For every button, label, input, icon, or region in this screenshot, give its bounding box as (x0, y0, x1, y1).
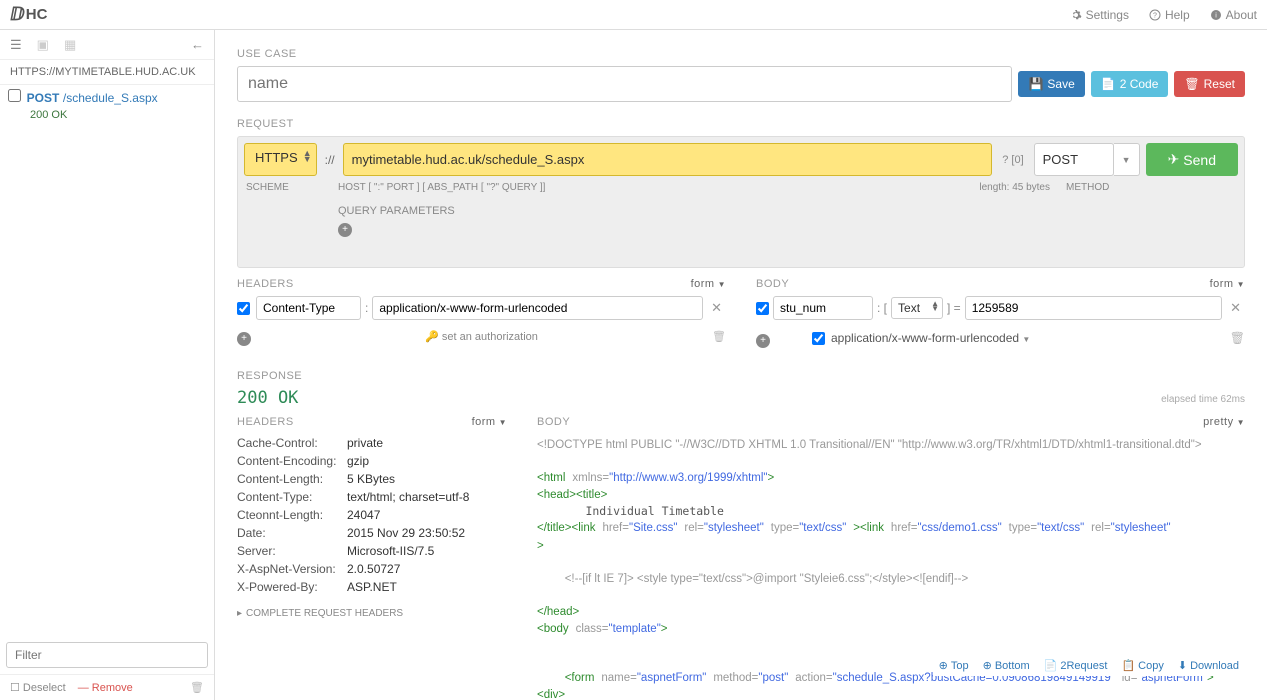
scheme-separator: :// (323, 143, 337, 176)
resp-body-label: BODY (537, 416, 570, 428)
usecase-name-input[interactable] (237, 66, 1012, 102)
method-caret[interactable]: ▼ (1114, 143, 1140, 176)
deselect-button[interactable]: ☐ Deselect (10, 681, 66, 694)
length-sublabel: length: 45 bytes (966, 182, 1056, 193)
archive-icon[interactable]: ▣ (37, 37, 49, 53)
topbar: ⅅDHCHC Settings ?Help iAbout (0, 0, 1267, 30)
qp-label: QUERY PARAMETERS (338, 205, 1236, 217)
trash-icon[interactable]: 🗑 (190, 681, 204, 694)
save-icon: 💾 (1028, 77, 1043, 91)
resp-body-mode[interactable]: pretty ▼ (1203, 416, 1245, 428)
scheme-sublabel: SCHEME (246, 182, 316, 193)
sidebar-item-checkbox[interactable] (8, 89, 21, 102)
gear-icon (1070, 9, 1082, 21)
help-link[interactable]: ?Help (1149, 8, 1190, 22)
remove-body-param-icon[interactable]: ✕ (1226, 300, 1245, 316)
response-header-row: Cache-Control:private (237, 434, 507, 452)
caret-right-icon: ▸ (237, 608, 242, 619)
method-sublabel: METHOD (1056, 182, 1236, 193)
enc-checkbox[interactable] (812, 332, 825, 345)
info-icon: i (1210, 9, 1222, 21)
copy-button[interactable]: 📋 Copy (1121, 659, 1163, 672)
code-icon: 📄 (1101, 77, 1116, 91)
response-header-row: Content-Type:text/html; charset=utf-8 (237, 488, 507, 506)
resp-headers-label: HEADERS (237, 416, 294, 428)
logo: ⅅDHCHC (10, 4, 47, 25)
list-view-icon[interactable]: ☰ (10, 37, 22, 53)
body-param-value[interactable] (965, 296, 1222, 320)
header-key[interactable] (256, 296, 361, 320)
bottom-button[interactable]: ⊕ Bottom (983, 659, 1030, 672)
scheme-select[interactable]: HTTPS▲▼ (244, 143, 317, 176)
request-label: REQUEST (237, 118, 1245, 130)
host-sublabel: HOST [ ":" PORT ] [ ABS_PATH [ "?" QUERY… (316, 182, 966, 193)
body-param-enabled[interactable] (756, 302, 769, 315)
grid-view-icon[interactable]: ▦ (64, 37, 76, 53)
help-icon: ? (1149, 9, 1161, 21)
clear-body-icon[interactable]: 🗑 (1230, 331, 1245, 345)
caret-down-icon: ▼ (499, 418, 507, 427)
sidebar-item-status: 200 OK (0, 107, 214, 127)
updown-icon: ▲▼ (303, 150, 312, 162)
set-auth-link[interactable]: 🔑 set an authorization (259, 330, 704, 343)
resp-headers-mode[interactable]: form ▼ (472, 416, 507, 428)
send-button[interactable]: ✈Send (1146, 143, 1238, 176)
add-qp-button[interactable]: + (338, 223, 352, 237)
filter-input[interactable] (6, 642, 208, 668)
download-button[interactable]: ⬇ Download (1178, 659, 1239, 672)
header-value[interactable] (372, 296, 703, 320)
updown-icon: ▲▼ (931, 301, 939, 311)
reset-button[interactable]: 🗑Reset (1174, 71, 1245, 97)
content: USE CASE 💾Save 📄2 Code 🗑Reset REQUEST HT… (215, 30, 1267, 700)
caret-down-icon: ▼ (1237, 418, 1245, 427)
body-param-key[interactable] (773, 296, 873, 320)
send-icon: ✈ (1168, 151, 1180, 168)
query-badge[interactable]: ? [0] (998, 143, 1027, 176)
response-headers-table: Cache-Control:privateContent-Encoding:gz… (237, 434, 507, 596)
body-actions: ⊕ Top ⊕ Bottom 📄 2Request 📋 Copy ⬇ Downl… (933, 655, 1245, 676)
body-mode[interactable]: form ▼ (1210, 278, 1245, 290)
request-box: HTTPS▲▼ :// ? [0] POST ▼ ✈Send SCHEME HO… (237, 136, 1245, 268)
sidebar-host[interactable]: HTTPS://MYTIMETABLE.HUD.AC.UK (0, 60, 214, 85)
response-status: 200 OK (237, 388, 1245, 408)
top-button[interactable]: ⊕ Top (939, 659, 969, 672)
response-header-row: Content-Encoding:gzip (237, 452, 507, 470)
headers-mode[interactable]: form ▼ (691, 278, 726, 290)
remove-button[interactable]: — Remove (78, 682, 133, 694)
usecase-label: USE CASE (237, 48, 1245, 60)
sidebar: ☰ ▣ ▦ ← HTTPS://MYTIMETABLE.HUD.AC.UK PO… (0, 30, 215, 700)
response-label: RESPONSE (237, 370, 1245, 382)
response-header-row: Content-Length:5 KBytes (237, 470, 507, 488)
caret-down-icon: ▼ (1237, 280, 1245, 289)
headers-label: HEADERS (237, 278, 294, 290)
caret-down-icon: ▼ (1022, 335, 1030, 344)
body-param-type[interactable]: Text▲▼ (891, 297, 943, 319)
elapsed-time: elapsed time 62ms (1161, 394, 1245, 405)
response-header-row: X-AspNet-Version:2.0.50727 (237, 560, 507, 578)
clear-headers-icon[interactable]: 🗑 (712, 330, 726, 343)
body-label: BODY (756, 278, 789, 290)
response-header-row: Date:2015 Nov 29 23:50:52 (237, 524, 507, 542)
complete-headers-toggle[interactable]: ▸COMPLETE REQUEST HEADERS (237, 608, 507, 619)
collapse-icon[interactable]: ← (191, 37, 204, 52)
caret-down-icon: ▼ (718, 280, 726, 289)
sidebar-request-item[interactable]: POST /schedule_S.aspx (0, 85, 214, 107)
method-select[interactable]: POST (1034, 143, 1114, 176)
url-input[interactable] (343, 143, 993, 176)
add-body-param-button[interactable]: + (756, 334, 770, 348)
response-header-row: Cteonnt-Length:24047 (237, 506, 507, 524)
about-link[interactable]: iAbout (1210, 8, 1257, 22)
code-button[interactable]: 📄2 Code (1091, 71, 1169, 97)
reset-icon: 🗑 (1184, 77, 1199, 91)
header-enabled[interactable] (237, 302, 250, 315)
svg-text:?: ? (1153, 12, 1157, 19)
response-header-row: Server:Microsoft-IIS/7.5 (237, 542, 507, 560)
add-header-button[interactable]: + (237, 332, 251, 346)
enc-label[interactable]: application/x-www-form-urlencoded ▼ (831, 331, 1030, 345)
settings-link[interactable]: Settings (1070, 8, 1129, 22)
save-button[interactable]: 💾Save (1018, 71, 1084, 97)
response-header-row: X-Powered-By:ASP.NET (237, 578, 507, 596)
2request-button[interactable]: 📄 2Request (1044, 659, 1108, 672)
remove-header-icon[interactable]: ✕ (707, 300, 726, 316)
